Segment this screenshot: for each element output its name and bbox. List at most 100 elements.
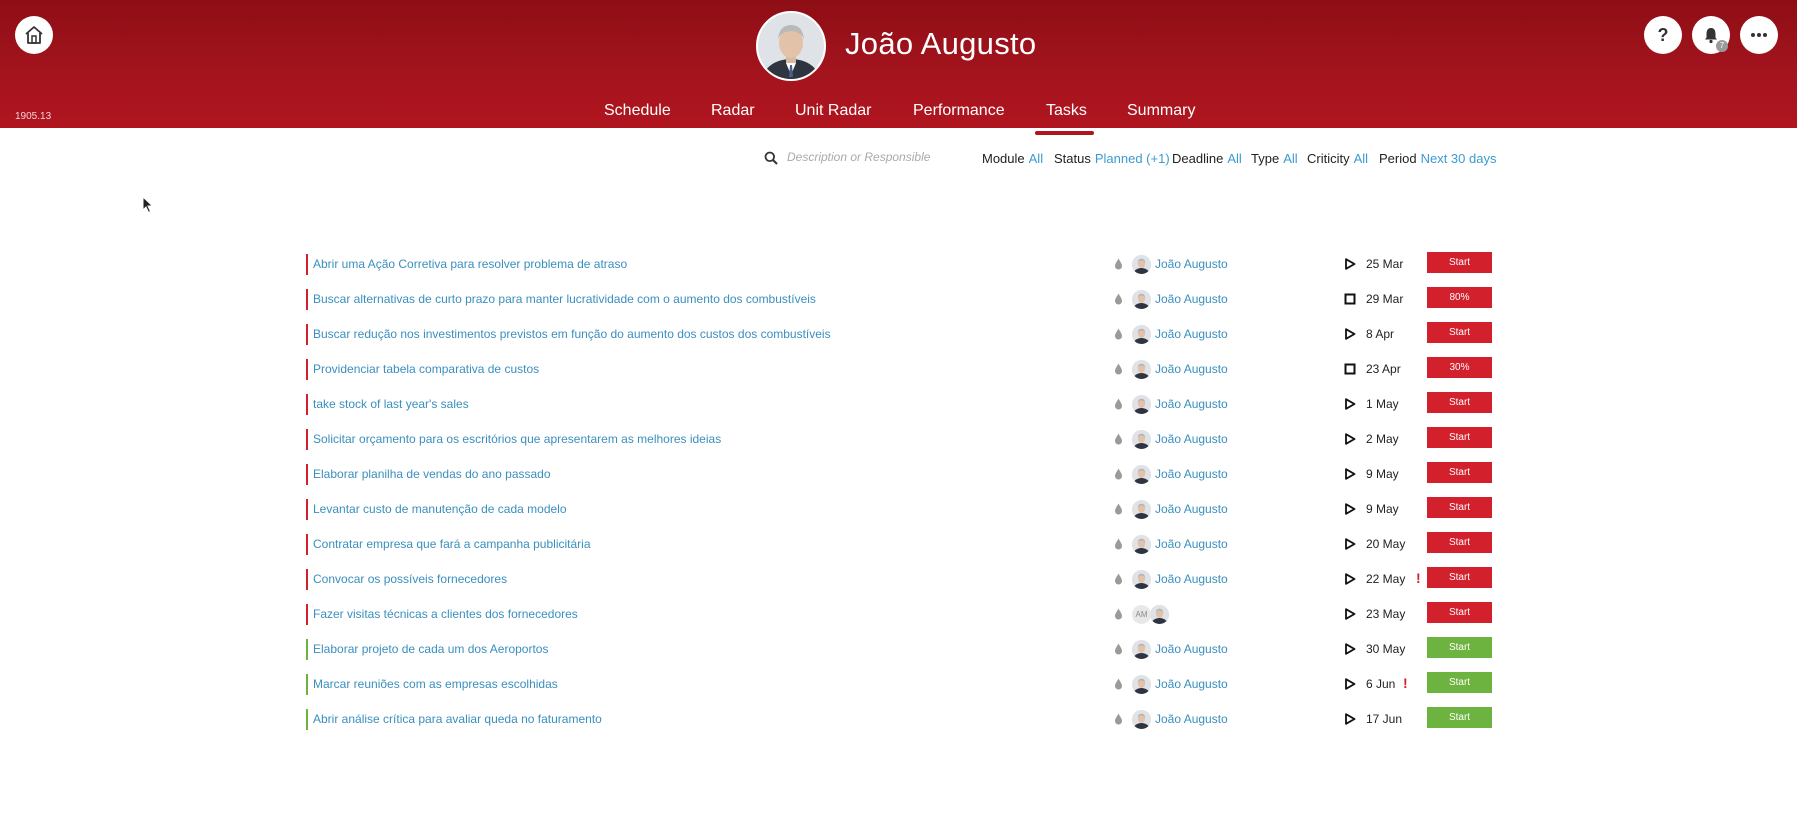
task-description[interactable]: Solicitar orçamento para os escritórios …	[313, 432, 721, 446]
responsible-avatar	[1132, 255, 1151, 274]
responsible-name[interactable]: João Augusto	[1155, 397, 1228, 411]
task-row[interactable]: Marcar reuniões com as empresas escolhid…	[306, 671, 1492, 697]
task-row[interactable]: Solicitar orçamento para os escritórios …	[306, 426, 1492, 452]
task-row[interactable]: take stock of last year's sales João Aug…	[306, 391, 1492, 417]
task-action-button[interactable]: Start	[1427, 532, 1492, 553]
responsible-avatar	[1132, 640, 1151, 659]
responsible-name[interactable]: João Augusto	[1155, 292, 1228, 306]
filter-criticity[interactable]: Criticity All	[1307, 151, 1368, 166]
task-row[interactable]: Fazer visitas técnicas a clientes dos fo…	[306, 601, 1492, 627]
task-description[interactable]: Buscar redução nos investimentos previst…	[313, 327, 831, 341]
task-action-button[interactable]: 30%	[1427, 357, 1492, 378]
ellipsis-icon	[1751, 33, 1767, 37]
responsible-name[interactable]: João Augusto	[1155, 327, 1228, 341]
filter-status[interactable]: Status Planned (+1)	[1054, 151, 1170, 166]
task-row[interactable]: Abrir uma Ação Corretiva para resolver p…	[306, 251, 1492, 277]
filter-status-label: Status	[1054, 151, 1091, 166]
task-action-button[interactable]: Start	[1427, 462, 1492, 483]
responsible-avatar	[1150, 605, 1169, 624]
responsible-name[interactable]: João Augusto	[1155, 502, 1228, 516]
task-action-button[interactable]: Start	[1427, 672, 1492, 693]
filter-period-value: Next 30 days	[1420, 151, 1497, 166]
task-action-button[interactable]: Start	[1427, 497, 1492, 518]
task-row[interactable]: Abrir análise crítica para avaliar queda…	[306, 706, 1492, 732]
responsible-avatar	[1132, 430, 1151, 449]
responsible-name[interactable]: João Augusto	[1155, 677, 1228, 691]
task-action-button[interactable]: Start	[1427, 602, 1492, 623]
play-icon	[1345, 678, 1356, 690]
task-row[interactable]: Providenciar tabela comparativa de custo…	[306, 356, 1492, 382]
task-deadline: 8 Apr	[1366, 327, 1395, 341]
task-row[interactable]: Buscar alternativas de curto prazo para …	[306, 286, 1492, 312]
filter-type-value: All	[1283, 151, 1298, 166]
drop-icon	[1115, 293, 1122, 305]
tab-tasks[interactable]: Tasks	[1046, 102, 1087, 120]
notifications-button[interactable]: 7	[1692, 16, 1730, 54]
drop-icon	[1115, 608, 1122, 620]
alert-icon: !	[1416, 570, 1421, 586]
task-action-button[interactable]: Start	[1427, 567, 1492, 588]
responsible-name[interactable]: João Augusto	[1155, 572, 1228, 586]
tab-summary[interactable]: Summary	[1127, 102, 1195, 120]
task-description[interactable]: take stock of last year's sales	[313, 397, 469, 411]
task-action-button[interactable]: Start	[1427, 392, 1492, 413]
task-description[interactable]: Levantar custo de manutenção de cada mod…	[313, 502, 567, 516]
filter-module-label: Module	[982, 151, 1025, 166]
task-row[interactable]: Convocar os possíveis fornecedores João …	[306, 566, 1492, 592]
responsible-avatar	[1132, 500, 1151, 519]
filter-type[interactable]: Type All	[1251, 151, 1298, 166]
row-status-bar	[306, 674, 308, 695]
task-row[interactable]: Elaborar planilha de vendas do ano passa…	[306, 461, 1492, 487]
row-status-bar	[306, 604, 308, 625]
filter-period[interactable]: Period Next 30 days	[1379, 151, 1496, 166]
drop-icon	[1115, 503, 1122, 515]
home-button[interactable]	[15, 16, 53, 54]
task-row[interactable]: Elaborar projeto de cada um dos Aeroport…	[306, 636, 1492, 662]
play-icon	[1345, 258, 1356, 270]
responsible-name[interactable]: João Augusto	[1155, 257, 1228, 271]
profile-name: João Augusto	[845, 26, 1037, 61]
responsible-name[interactable]: João Augusto	[1155, 712, 1228, 726]
responsible-name[interactable]: João Augusto	[1155, 467, 1228, 481]
task-row[interactable]: Contratar empresa que fará a campanha pu…	[306, 531, 1492, 557]
play-icon	[1345, 608, 1356, 620]
tab-unit-radar[interactable]: Unit Radar	[795, 102, 871, 120]
task-row[interactable]: Levantar custo de manutenção de cada mod…	[306, 496, 1492, 522]
task-action-button[interactable]: Start	[1427, 252, 1492, 273]
play-icon	[1345, 468, 1356, 480]
drop-icon	[1115, 678, 1122, 690]
search-input[interactable]	[787, 150, 947, 164]
task-action-button[interactable]: Start	[1427, 637, 1492, 658]
responsible-name[interactable]: João Augusto	[1155, 432, 1228, 446]
filter-deadline-label: Deadline	[1172, 151, 1224, 166]
task-description[interactable]: Convocar os possíveis fornecedores	[313, 572, 507, 586]
task-description[interactable]: Abrir uma Ação Corretiva para resolver p…	[313, 257, 627, 271]
task-action-button[interactable]: Start	[1427, 707, 1492, 728]
tab-schedule[interactable]: Schedule	[604, 102, 671, 120]
filter-module[interactable]: Module All	[982, 151, 1043, 166]
drop-icon	[1115, 258, 1122, 270]
task-action-button[interactable]: 80%	[1427, 287, 1492, 308]
task-action-button[interactable]: Start	[1427, 322, 1492, 343]
tasks-page: 1905.13 João Augusto ? 7 Schedule Radar …	[0, 0, 1797, 824]
task-description[interactable]: Elaborar planilha de vendas do ano passa…	[313, 467, 551, 481]
task-description[interactable]: Elaborar projeto de cada um dos Aeroport…	[313, 642, 548, 656]
task-action-button[interactable]: Start	[1427, 427, 1492, 448]
help-button[interactable]: ?	[1644, 16, 1682, 54]
task-deadline: 20 May	[1366, 537, 1406, 551]
responsible-name[interactable]: João Augusto	[1155, 362, 1228, 376]
task-description[interactable]: Providenciar tabela comparativa de custo…	[313, 362, 539, 376]
task-description[interactable]: Abrir análise crítica para avaliar queda…	[313, 712, 602, 726]
more-options-button[interactable]	[1740, 16, 1778, 54]
task-description[interactable]: Marcar reuniões com as empresas escolhid…	[313, 677, 558, 691]
task-description[interactable]: Fazer visitas técnicas a clientes dos fo…	[313, 607, 578, 621]
task-description[interactable]: Buscar alternativas de curto prazo para …	[313, 292, 816, 306]
filter-deadline[interactable]: Deadline All	[1172, 151, 1242, 166]
task-description[interactable]: Contratar empresa que fará a campanha pu…	[313, 537, 591, 551]
tab-radar[interactable]: Radar	[711, 102, 755, 120]
profile-avatar	[756, 11, 826, 81]
responsible-name[interactable]: João Augusto	[1155, 537, 1228, 551]
responsible-name[interactable]: João Augusto	[1155, 642, 1228, 656]
tab-performance[interactable]: Performance	[913, 102, 1005, 120]
task-row[interactable]: Buscar redução nos investimentos previst…	[306, 321, 1492, 347]
